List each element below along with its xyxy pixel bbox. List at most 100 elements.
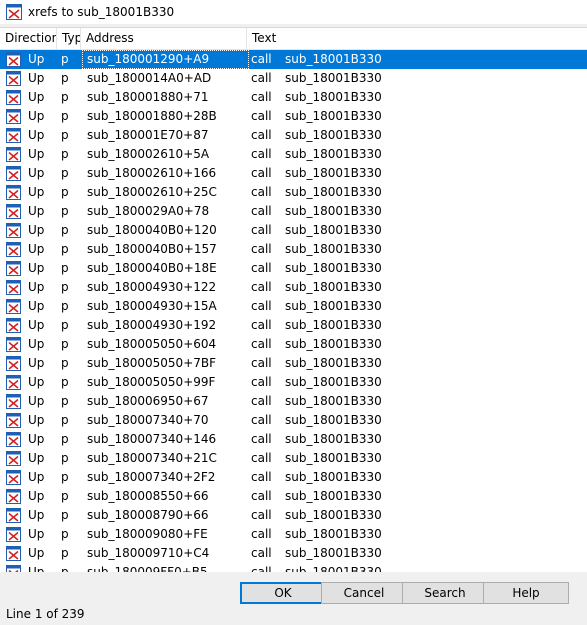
address-cell: sub_180006950+67 xyxy=(87,394,209,408)
table-row[interactable]: Up p sub_180004930+15A call sub_18001B330 xyxy=(0,297,587,316)
table-row[interactable]: Up p sub_180008550+66 call sub_18001B330 xyxy=(0,487,587,506)
table-row[interactable]: Up p sub_1800040B0+18E call sub_18001B330 xyxy=(0,259,587,278)
type-cell: p xyxy=(61,546,69,560)
ok-button[interactable]: OK xyxy=(240,582,326,604)
address-cell: sub_180005050+99F xyxy=(87,375,216,389)
direction-cell: Up xyxy=(28,52,45,66)
target-cell: sub_18001B330 xyxy=(285,299,382,313)
instruction-cell: call xyxy=(251,204,272,218)
xref-icon xyxy=(6,394,21,409)
instruction-cell: call xyxy=(251,299,272,313)
xref-icon xyxy=(6,432,21,447)
table-row[interactable]: Up p sub_1800040B0+157 call sub_18001B330 xyxy=(0,240,587,259)
table-row[interactable]: Up p sub_180007340+70 call sub_18001B330 xyxy=(0,411,587,430)
direction-cell: Up xyxy=(28,71,45,85)
xref-icon xyxy=(6,489,21,504)
xref-icon xyxy=(6,413,21,428)
address-cell: sub_180001880+28B xyxy=(87,109,217,123)
target-cell: sub_18001B330 xyxy=(285,109,382,123)
table-row[interactable]: Up p sub_180001880+71 call sub_18001B330 xyxy=(0,88,587,107)
target-cell: sub_18001B330 xyxy=(285,52,382,66)
table-row[interactable]: Up p sub_180005050+7BF call sub_18001B330 xyxy=(0,354,587,373)
address-cell: sub_180007340+2F2 xyxy=(87,470,216,484)
type-cell: p xyxy=(61,185,69,199)
instruction-cell: call xyxy=(251,527,272,541)
table-row[interactable]: Up p sub_180001290+A9 call sub_18001B330 xyxy=(0,50,587,69)
direction-cell: Up xyxy=(28,413,45,427)
table-row[interactable]: Up p sub_180008790+66 call sub_18001B330 xyxy=(0,506,587,525)
instruction-cell: call xyxy=(251,71,272,85)
direction-cell: Up xyxy=(28,204,45,218)
table-row[interactable]: Up p sub_1800029A0+78 call sub_18001B330 xyxy=(0,202,587,221)
type-cell: p xyxy=(61,299,69,313)
address-cell: sub_180009710+C4 xyxy=(87,546,210,560)
address-cell: sub_180004930+192 xyxy=(87,318,217,332)
direction-cell: Up xyxy=(28,356,45,370)
direction-cell: Up xyxy=(28,128,45,142)
instruction-cell: call xyxy=(251,280,272,294)
type-cell: p xyxy=(61,375,69,389)
table-row[interactable]: Up p sub_180009710+C4 call sub_18001B330 xyxy=(0,544,587,563)
target-cell: sub_18001B330 xyxy=(285,185,382,199)
type-cell: p xyxy=(61,52,69,66)
xref-icon xyxy=(6,4,22,20)
xref-icon xyxy=(6,223,21,238)
direction-cell: Up xyxy=(28,375,45,389)
column-header-direction[interactable]: Direction xyxy=(0,28,57,49)
table-row[interactable]: Up p sub_180005050+99F call sub_18001B330 xyxy=(0,373,587,392)
column-header-type[interactable]: Typ xyxy=(57,28,81,49)
direction-cell: Up xyxy=(28,337,45,351)
xref-icon xyxy=(6,356,21,371)
xref-icon xyxy=(6,546,21,561)
target-cell: sub_18001B330 xyxy=(285,565,382,572)
table-row[interactable]: Up p sub_180007340+21C call sub_18001B330 xyxy=(0,449,587,468)
table-row[interactable]: Up p sub_180004930+122 call sub_18001B330 xyxy=(0,278,587,297)
table-row[interactable]: Up p sub_180009FF0+B5 call sub_18001B330 xyxy=(0,563,587,572)
instruction-cell: call xyxy=(251,318,272,332)
focus-rectangle xyxy=(82,50,249,69)
column-header-address[interactable]: Address xyxy=(81,28,247,49)
table-row[interactable]: Up p sub_180007340+2F2 call sub_18001B330 xyxy=(0,468,587,487)
column-header-text[interactable]: Text xyxy=(247,28,587,49)
table-row[interactable]: Up p sub_180005050+604 call sub_18001B330 xyxy=(0,335,587,354)
table-row[interactable]: Up p sub_180002610+166 call sub_18001B330 xyxy=(0,164,587,183)
target-cell: sub_18001B330 xyxy=(285,318,382,332)
target-cell: sub_18001B330 xyxy=(285,261,382,275)
cancel-button[interactable]: Cancel xyxy=(321,582,407,604)
direction-cell: Up xyxy=(28,147,45,161)
table-row[interactable]: Up p sub_180001880+28B call sub_18001B330 xyxy=(0,107,587,126)
direction-cell: Up xyxy=(28,432,45,446)
direction-cell: Up xyxy=(28,90,45,104)
table-row[interactable]: Up p sub_180009080+FE call sub_18001B330 xyxy=(0,525,587,544)
type-cell: p xyxy=(61,508,69,522)
direction-cell: Up xyxy=(28,546,45,560)
table-row[interactable]: Up p sub_180002610+5A call sub_18001B330 xyxy=(0,145,587,164)
target-cell: sub_18001B330 xyxy=(285,223,382,237)
target-cell: sub_18001B330 xyxy=(285,128,382,142)
type-cell: p xyxy=(61,451,69,465)
table-row[interactable]: Up p sub_1800040B0+120 call sub_18001B330 xyxy=(0,221,587,240)
type-cell: p xyxy=(61,280,69,294)
address-cell: sub_180002610+5A xyxy=(87,147,210,161)
table-row[interactable]: Up p sub_180004930+192 call sub_18001B330 xyxy=(0,316,587,335)
status-line: Line 1 of 239 xyxy=(6,607,85,621)
instruction-cell: call xyxy=(251,147,272,161)
search-button[interactable]: Search xyxy=(402,582,488,604)
type-cell: p xyxy=(61,109,69,123)
address-cell: sub_180007340+70 xyxy=(87,413,209,427)
table-row[interactable]: Up p sub_1800014A0+AD call sub_18001B330 xyxy=(0,69,587,88)
table-row[interactable]: Up p sub_180001E70+87 call sub_18001B330 xyxy=(0,126,587,145)
direction-cell: Up xyxy=(28,299,45,313)
instruction-cell: call xyxy=(251,470,272,484)
target-cell: sub_18001B330 xyxy=(285,166,382,180)
table-row[interactable]: Up p sub_180007340+146 call sub_18001B330 xyxy=(0,430,587,449)
help-button[interactable]: Help xyxy=(483,582,569,604)
address-cell: sub_1800040B0+120 xyxy=(87,223,217,237)
xref-icon xyxy=(6,299,21,314)
table-row[interactable]: Up p sub_180002610+25C call sub_18001B330 xyxy=(0,183,587,202)
xref-list[interactable]: Direction Typ Address Text Up p sub_180001… xyxy=(0,27,587,572)
address-cell: sub_1800040B0+18E xyxy=(87,261,217,275)
table-row[interactable]: Up p sub_180006950+67 call sub_18001B330 xyxy=(0,392,587,411)
xref-icon xyxy=(6,508,21,523)
xref-icon xyxy=(6,565,21,572)
